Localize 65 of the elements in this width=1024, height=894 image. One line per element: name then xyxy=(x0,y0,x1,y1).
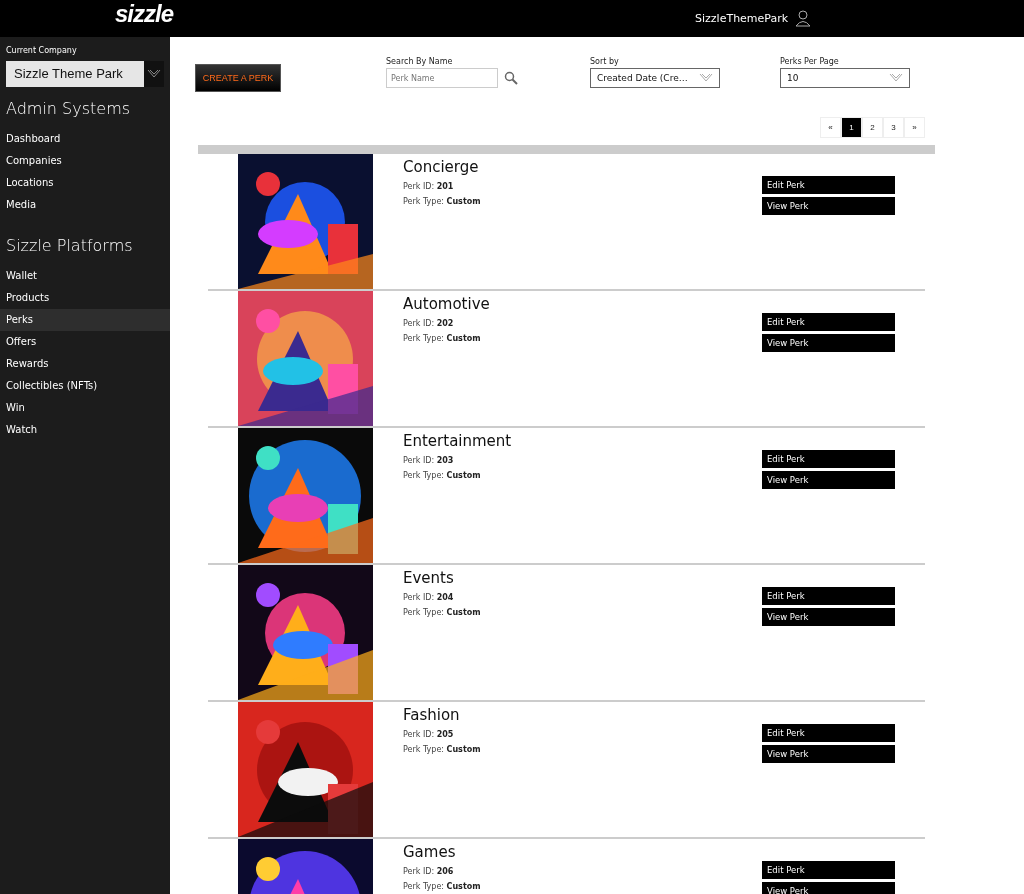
chevron-icon xyxy=(147,69,161,79)
perk-type: Perk Type: Custom xyxy=(403,471,481,480)
view-button[interactable]: View Perk xyxy=(762,471,895,489)
perk-id: Perk ID: 204 xyxy=(403,593,454,602)
logo[interactable]: sizzle xyxy=(115,0,174,28)
view-button[interactable]: View Perk xyxy=(762,334,895,352)
perk-type: Perk Type: Custom xyxy=(403,334,481,343)
perk-id: Perk ID: 205 xyxy=(403,730,454,739)
sidebar-item[interactable]: Wallet xyxy=(0,265,170,287)
field-label: Current Company xyxy=(5,46,78,55)
user-icon[interactable] xyxy=(794,9,813,27)
view-button[interactable]: View Perk xyxy=(762,745,895,763)
perk-type: Perk Type: Custom xyxy=(403,197,481,206)
edit-button[interactable]: Edit Perk xyxy=(762,450,895,468)
page-button[interactable]: 2 xyxy=(862,117,883,138)
sidebar-item[interactable]: Perks xyxy=(0,309,170,331)
section-heading: Sizzle Platforms xyxy=(5,235,134,257)
perk-id: Perk ID: 201 xyxy=(403,182,454,191)
sidebar-item[interactable]: Collectibles (NFTs) xyxy=(0,375,170,397)
perk-title: Games xyxy=(403,843,456,861)
sidebar-item[interactable]: Win xyxy=(0,397,170,419)
field-label: Perks Per Page xyxy=(780,57,840,66)
sidebar-item[interactable]: Products xyxy=(0,287,170,309)
perk-id: Perk ID: 202 xyxy=(403,319,454,328)
edit-button[interactable]: Edit Perk xyxy=(762,176,895,194)
sidebar-item[interactable]: Companies xyxy=(0,150,170,172)
create-button[interactable]: CREATE A PERK xyxy=(195,64,281,92)
field-label: Sort by xyxy=(590,57,620,66)
chevron-icon xyxy=(889,73,903,83)
sort-dropdown[interactable]: Created Date (Cre… xyxy=(590,68,720,88)
view-button[interactable]: View Perk xyxy=(762,608,895,626)
perk-title: Entertainment xyxy=(403,432,512,450)
search-icon[interactable] xyxy=(504,71,518,85)
search-field[interactable]: Perk Name xyxy=(386,68,498,88)
perk-title: Automotive xyxy=(403,295,490,313)
perk-title: Events xyxy=(403,569,454,587)
page-button[interactable]: 1 xyxy=(841,117,862,138)
sidebar-item[interactable]: Offers xyxy=(0,331,170,353)
view-button[interactable]: View Perk xyxy=(762,882,895,894)
perk-type: Perk Type: Custom xyxy=(403,882,481,891)
page-button[interactable]: » xyxy=(904,117,925,138)
edit-button[interactable]: Edit Perk xyxy=(762,724,895,742)
sidebar-item[interactable]: Media xyxy=(0,194,170,216)
sidebar-item[interactable]: Dashboard xyxy=(0,128,170,150)
sidebar-item[interactable]: Rewards xyxy=(0,353,170,375)
perk-title: Fashion xyxy=(403,706,460,724)
perk-type: Perk Type: Custom xyxy=(403,608,481,617)
section-heading: Admin Systems xyxy=(5,98,132,120)
perk-id: Perk ID: 203 xyxy=(403,456,454,465)
edit-button[interactable]: Edit Perk xyxy=(762,313,895,331)
page-button[interactable]: « xyxy=(820,117,841,138)
perk-type: Perk Type: Custom xyxy=(403,745,481,754)
per-page-dropdown[interactable]: 10 xyxy=(780,68,910,88)
edit-button[interactable]: Edit Perk xyxy=(762,587,895,605)
page-button[interactable]: 3 xyxy=(883,117,904,138)
chevron-icon xyxy=(699,73,713,83)
company-dropdown[interactable]: Sizzle Theme Park xyxy=(6,61,164,87)
view-button[interactable]: View Perk xyxy=(762,197,895,215)
field-label: Search By Name xyxy=(386,57,454,66)
sidebar-item[interactable]: Watch xyxy=(0,419,170,441)
perk-title: Concierge xyxy=(403,158,479,176)
user-name[interactable]: SizzleThemePark xyxy=(695,11,789,25)
perk-id: Perk ID: 206 xyxy=(403,867,454,876)
sidebar-item[interactable]: Locations xyxy=(0,172,170,194)
edit-button[interactable]: Edit Perk xyxy=(762,861,895,879)
